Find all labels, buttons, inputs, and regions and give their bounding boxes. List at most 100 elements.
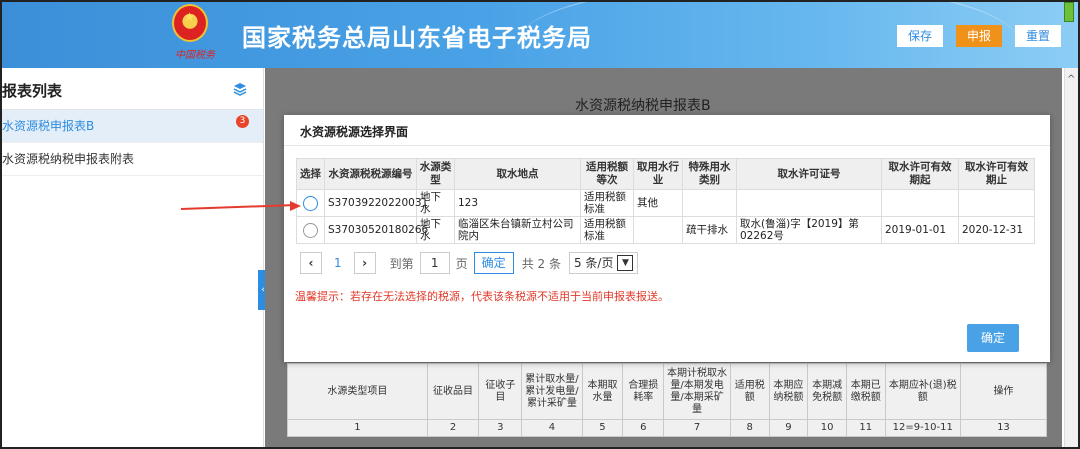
page-unit-label: 页 — [455, 256, 468, 271]
site-title: 国家税务总局山东省电子税务局 — [242, 24, 592, 52]
table-header-row: 水源类型项目 征收品目 征收子目 累计取水量/累计发电量/累计采矿量 本期取水量… — [287, 363, 1048, 420]
table-cell: 疏干排水 — [682, 216, 737, 244]
count-badge: 3 — [236, 115, 249, 128]
table-cell: 13 — [959, 419, 1048, 437]
page-number[interactable]: 1 — [334, 256, 342, 270]
table-cell — [958, 189, 1035, 217]
total-count: 共 2 条 — [521, 256, 561, 271]
divider — [284, 145, 1050, 146]
table-header-cell: 适用税额 — [729, 363, 770, 420]
sidebar-item-label: 水资源税纳税申报表附表 — [2, 152, 135, 166]
table-cell: 1 — [287, 419, 428, 437]
column-header: 取水许可有效期止 — [958, 158, 1035, 190]
table-cell: 8 — [729, 419, 770, 437]
dialog-title: 水资源税源选择界面 — [300, 125, 409, 139]
vertical-scrollbar[interactable]: ^ — [1064, 68, 1078, 447]
table-cell: S37039220220031 — [324, 189, 428, 217]
column-header: 取水地点 — [454, 158, 581, 190]
select-cell[interactable] — [296, 216, 325, 244]
table-cell: 其他 — [633, 189, 683, 217]
column-header: 取水许可证号 — [736, 158, 882, 190]
window-indicator-icon — [1064, 2, 1074, 22]
next-page-button[interactable]: › — [353, 252, 376, 274]
pagination: ‹ 1 › 到第 1 页 确定 共 2 条 5 条/页 ▼ — [300, 249, 639, 277]
table-cell: 2020-12-31 — [958, 216, 1035, 244]
column-header: 取用水行业 — [633, 158, 683, 190]
sidebar-header: 报表列表 — [2, 68, 263, 110]
column-header: 适用税额等次 — [580, 158, 634, 190]
sidebar-title: 报表列表 — [2, 82, 63, 100]
table-header-cell: 水源类型项目 — [287, 363, 428, 420]
table-cell: 2 — [426, 419, 480, 437]
table-cell: 4 — [521, 419, 583, 437]
table-header-row: 选择 水资源税税源编号 水源类型 取水地点 适用税额等次 取用水行业 特殊用水类… — [296, 158, 1035, 190]
table-cell: 地下水 — [416, 189, 455, 217]
table-cell: 2019-01-01 — [881, 216, 959, 244]
table-row[interactable]: S37030520180266 地下水 临淄区朱台镇新立村公司院内 适用税额标准… — [296, 216, 1035, 244]
table-header-cell: 本期应纳税额 — [768, 363, 809, 420]
table-cell: 适用税额标准 — [580, 216, 634, 244]
table-header-cell: 本期取水量 — [581, 363, 624, 420]
annotation-arrow-icon — [290, 201, 301, 211]
tax-source-selection-dialog: 水资源税源选择界面 选择 水资源税税源编号 水源类型 取水地点 适用税额等次 取… — [284, 115, 1050, 362]
sidebar: 报表列表 水资源税申报表B 3 水资源税纳税申报表附表 — [2, 68, 264, 447]
sidebar-item-water-resource-tax-attachment[interactable]: 水资源税纳税申报表附表 — [2, 143, 263, 176]
declare-button[interactable]: 申报 — [956, 25, 1003, 47]
goto-label: 到第 — [389, 256, 414, 271]
table-cell: 6 — [622, 419, 665, 437]
table-header-cell: 操作 — [959, 363, 1048, 420]
dialog-confirm-button[interactable]: 确定 — [967, 324, 1019, 352]
sidebar-item-water-resource-tax-b[interactable]: 水资源税申报表B 3 — [2, 110, 263, 143]
scroll-up-icon[interactable]: ^ — [1067, 74, 1075, 85]
table-cell: 9 — [768, 419, 809, 437]
declaration-table: 水源类型项目 征收品目 征收子目 累计取水量/累计发电量/累计采矿量 本期取水量… — [287, 363, 1048, 437]
table-cell: 3 — [478, 419, 523, 437]
prev-page-button[interactable]: ‹ — [300, 252, 322, 274]
emblem-star-icon: ★ — [184, 10, 195, 24]
table-cell: 10 — [807, 419, 847, 437]
column-header: 取水许可有效期起 — [881, 158, 959, 190]
row-radio[interactable] — [303, 222, 318, 238]
table-header-cell: 本期计税取水量/本期发电量/本期采矿量 — [663, 363, 731, 420]
table-number-row: 1 2 3 4 5 6 7 8 9 10 11 12=9-10-11 13 — [287, 419, 1048, 437]
table-cell: 123 — [454, 189, 581, 217]
table-header-cell: 本期已缴税额 — [845, 363, 886, 420]
table-cell: 12=9-10-11 — [884, 419, 961, 437]
warning-tip: 温馨提示：若存在无法选择的税源，代表该条税源不适用于当前申报表报送。 — [295, 290, 669, 303]
table-cell: 地下水 — [416, 216, 455, 244]
column-header: 水资源税税源编号 — [324, 158, 417, 190]
table-cell — [881, 189, 959, 217]
chevron-down-icon[interactable]: ▼ — [617, 255, 634, 271]
emblem-subtext: 中国税务 — [175, 50, 215, 61]
table-header-cell: 征收品目 — [426, 363, 480, 420]
page-size-value: 5 条/页 — [573, 256, 614, 270]
column-header: 水源类型 — [416, 158, 455, 190]
table-cell: 临淄区朱台镇新立村公司院内 — [454, 216, 581, 244]
table-cell — [736, 189, 882, 217]
table-cell: S37030520180266 — [324, 216, 428, 244]
goto-page-input[interactable]: 1 — [419, 252, 450, 274]
sidebar-item-label: 水资源税申报表B — [2, 119, 95, 133]
table-header-cell: 本期减免税额 — [807, 363, 847, 420]
table-row[interactable]: S37039220220031 地下水 123 适用税额标准 其他 — [296, 189, 1035, 217]
table-cell: 5 — [581, 419, 624, 437]
table-cell — [682, 189, 737, 217]
table-cell: 取水(鲁淄)字【2019】第02262号 — [736, 216, 882, 244]
table-header-cell: 累计取水量/累计发电量/累计采矿量 — [521, 363, 583, 420]
row-radio[interactable] — [303, 195, 318, 211]
page-title: 水资源税纳税申报表B — [575, 98, 711, 114]
layers-icon[interactable] — [233, 82, 247, 96]
table-header-cell: 本期应补(退)税额 — [884, 363, 961, 420]
column-header: 特殊用水类别 — [682, 158, 737, 190]
column-header: 选择 — [296, 158, 325, 190]
reset-button[interactable]: 重置 — [1015, 25, 1062, 47]
page-size-select[interactable]: 5 条/页 ▼ — [568, 252, 639, 274]
table-cell: 11 — [845, 419, 886, 437]
tax-source-table: 选择 水资源税税源编号 水源类型 取水地点 适用税额等次 取用水行业 特殊用水类… — [296, 158, 1035, 244]
table-header-cell: 征收子目 — [478, 363, 523, 420]
save-button[interactable]: 保存 — [897, 25, 944, 47]
goto-confirm-button[interactable]: 确定 — [473, 252, 514, 274]
table-cell: 7 — [663, 419, 731, 437]
table-cell — [633, 216, 683, 244]
table-header-cell: 合理损耗率 — [622, 363, 665, 420]
